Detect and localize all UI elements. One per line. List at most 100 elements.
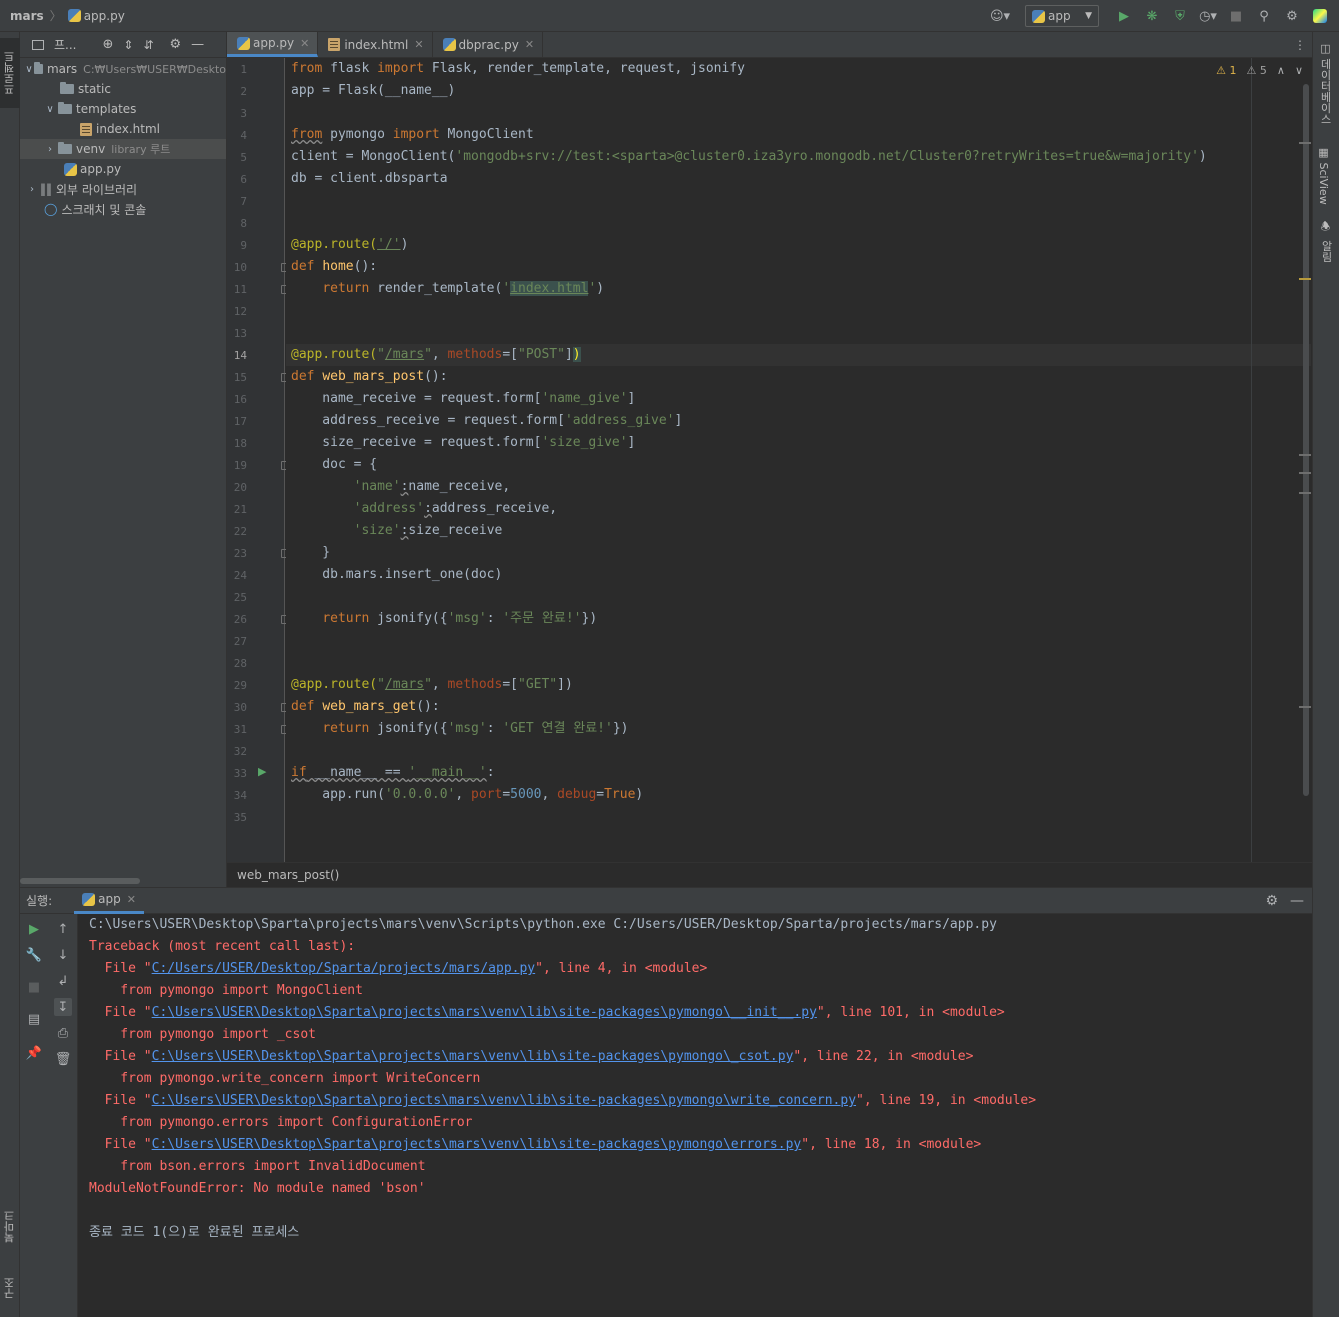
- error-stripe-mark[interactable]: [1299, 454, 1311, 456]
- error-stripe-mark[interactable]: [1299, 706, 1311, 708]
- locate-icon[interactable]: ⊕: [102, 37, 113, 52]
- settings-gear-icon[interactable]: ⚙: [1281, 5, 1303, 27]
- editor-vertical-scrollbar[interactable]: [1303, 84, 1309, 796]
- close-icon[interactable]: ✕: [525, 38, 534, 51]
- run-button[interactable]: ▶: [1113, 5, 1135, 27]
- arrow-down-icon[interactable]: ↓: [54, 946, 72, 964]
- editor-gutter[interactable]: 1 2 3 4 5 6 7 8 9 10 11 12 13 14 15 16 1…: [227, 58, 290, 862]
- chevron-right-icon[interactable]: ›: [24, 184, 40, 195]
- debug-button[interactable]: ❋: [1141, 5, 1163, 27]
- tree-item-static[interactable]: static: [20, 79, 226, 99]
- notifications-tool-tab[interactable]: 🕭 알림: [1317, 218, 1336, 262]
- tab-label: dbprac.py: [458, 37, 519, 52]
- stop-icon[interactable]: ■: [25, 978, 43, 996]
- project-tool-tab[interactable]: 프로젝트: [0, 38, 20, 108]
- tab-app-py[interactable]: app.py ✕: [227, 32, 319, 57]
- tree-item-app-py[interactable]: app.py: [20, 159, 226, 179]
- weak-warning-indicator[interactable]: ⚠ 1: [1216, 64, 1236, 77]
- settings-gear-icon[interactable]: ⚙: [1265, 893, 1278, 909]
- tree-item-label: index.html: [96, 122, 160, 136]
- profile-button[interactable]: ◷▾: [1197, 5, 1219, 27]
- hide-icon[interactable]: —: [1290, 893, 1304, 909]
- code-line-29: @app.route("/mars", methods=["GET"]): [291, 677, 573, 692]
- arrow-up-icon[interactable]: ↑: [54, 920, 72, 938]
- structure-tool-tab[interactable]: 구조: [0, 1268, 20, 1308]
- more-vertical-icon[interactable]: ⋮: [1288, 32, 1312, 57]
- inspection-widget[interactable]: ⚠ 1 ⚠ 5 ∧ ∨: [1216, 64, 1303, 77]
- error-stripe-mark[interactable]: [1299, 142, 1311, 144]
- hide-icon[interactable]: —: [191, 37, 204, 52]
- traceback-file-link[interactable]: C:\Users\USER\Desktop\Sparta\projects\ma…: [152, 1049, 794, 1064]
- error-stripe-mark[interactable]: [1299, 472, 1311, 474]
- print-icon[interactable]: ⎙: [54, 1024, 72, 1042]
- traceback-file-link[interactable]: C:\Users\USER\Desktop\Sparta\projects\ma…: [152, 1093, 856, 1108]
- tree-item-templates[interactable]: ∨ templates: [20, 99, 226, 119]
- close-icon[interactable]: ✕: [414, 38, 423, 51]
- soft-wrap-icon[interactable]: ↲: [54, 972, 72, 990]
- collapse-all-icon[interactable]: ⇵: [143, 38, 153, 52]
- tree-item-venv[interactable]: › venv library 루트: [20, 139, 226, 159]
- run-config-label: app: [1048, 9, 1071, 23]
- project-horizontal-scrollbar[interactable]: [20, 878, 140, 884]
- project-panel-title[interactable]: 프...: [54, 36, 76, 53]
- chevron-up-icon[interactable]: ∧: [1277, 64, 1285, 77]
- close-icon[interactable]: ✕: [300, 37, 309, 50]
- traceback-file-line[interactable]: File "C:\Users\USER\Desktop\Sparta\proje…: [89, 1002, 1005, 1024]
- tree-item-scratches[interactable]: ◯ 스크래치 및 콘솔: [20, 199, 226, 219]
- chevron-down-icon[interactable]: ∨: [42, 104, 58, 115]
- jetbrains-logo-icon[interactable]: [1309, 5, 1331, 27]
- run-config-select[interactable]: app ▼: [1025, 5, 1099, 27]
- settings-gear-icon[interactable]: ⚙: [170, 37, 182, 52]
- breadcrumb-file[interactable]: app.py: [84, 9, 125, 23]
- coverage-button[interactable]: ⛨: [1169, 5, 1191, 27]
- chevron-right-icon[interactable]: ›: [42, 144, 58, 155]
- rerun-icon[interactable]: ▶: [25, 920, 43, 938]
- warning-indicator[interactable]: ⚠ 5: [1247, 64, 1267, 77]
- tree-item-mars[interactable]: ∨ mars C:₩Users₩USER₩Deskto: [20, 59, 226, 79]
- tab-label: app.py: [253, 36, 295, 50]
- traceback-file-link[interactable]: C:\Users\USER\Desktop\Sparta\projects\ma…: [152, 1005, 817, 1020]
- wrench-icon[interactable]: 🔧: [25, 946, 43, 964]
- warning-count: 5: [1259, 64, 1267, 77]
- code-line-21: 'address':address_receive,: [353, 501, 558, 516]
- trash-icon[interactable]: 🗑: [54, 1050, 72, 1068]
- traceback-suffix: ", line 22, in <module>: [793, 1049, 974, 1064]
- close-icon[interactable]: ✕: [127, 893, 136, 906]
- error-stripe-mark[interactable]: [1299, 278, 1311, 280]
- tree-item-index-html[interactable]: index.html: [20, 119, 226, 139]
- error-stripe-mark[interactable]: [1299, 492, 1311, 494]
- scroll-to-end-icon[interactable]: ↧: [54, 998, 72, 1016]
- database-tool-tab[interactable]: ◫ 데이터베이스: [1317, 42, 1333, 125]
- traceback-file-link[interactable]: C:\Users\USER\Desktop\Sparta\projects\ma…: [152, 1137, 802, 1152]
- stop-button[interactable]: ■: [1225, 5, 1247, 27]
- tab-dbprac-py[interactable]: dbprac.py ✕: [433, 32, 544, 57]
- chevron-down-icon[interactable]: ∨: [1295, 64, 1303, 77]
- breadcrumb-project[interactable]: mars: [10, 9, 44, 23]
- line-number: 13: [233, 327, 247, 340]
- run-gutter-icon[interactable]: ▶: [258, 765, 266, 778]
- traceback-file-line[interactable]: File "C:\Users\USER\Desktop\Sparta\proje…: [89, 1046, 974, 1068]
- traceback-file-line[interactable]: File "C:/Users/USER/Desktop/Sparta/proje…: [89, 958, 708, 980]
- run-tab-app[interactable]: app ✕: [74, 887, 144, 914]
- editor-breadcrumb[interactable]: web_mars_post(): [227, 862, 1312, 887]
- traceback-file-link[interactable]: C:/Users/USER/Desktop/Sparta/projects/ma…: [152, 961, 536, 976]
- sciview-tool-tab[interactable]: ▦ SciView: [1317, 146, 1330, 205]
- tab-index-html[interactable]: index.html ✕: [318, 32, 433, 57]
- traceback-file-line[interactable]: File "C:\Users\USER\Desktop\Sparta\proje…: [89, 1134, 982, 1156]
- code-editor[interactable]: from flask import Flask, render_template…: [286, 58, 1311, 862]
- run-console-output[interactable]: C:\Users\USER\Desktop\Sparta\projects\ma…: [78, 914, 1312, 1317]
- library-icon: ‖‖: [40, 182, 52, 196]
- tree-item-external-libraries[interactable]: › ‖‖ 외부 라이브러리: [20, 179, 226, 199]
- search-icon[interactable]: ⚲: [1253, 5, 1275, 27]
- chevron-down-icon[interactable]: ∨: [24, 64, 34, 75]
- traceback-file-line[interactable]: File "C:\Users\USER\Desktop\Sparta\proje…: [89, 1090, 1036, 1112]
- breadcrumb-function[interactable]: web_mars_post(): [237, 868, 339, 882]
- bookmarks-tool-tab[interactable]: 북마크: [0, 1200, 20, 1254]
- expand-all-icon[interactable]: ⇕: [123, 38, 133, 52]
- python-icon: [67, 9, 81, 22]
- code-line-16: name_receive = request.form['name_give']: [291, 391, 636, 406]
- layout-icon[interactable]: ▤: [25, 1010, 43, 1028]
- pin-icon[interactable]: 📌: [25, 1044, 43, 1062]
- code-line-15: def web_mars_post():: [291, 369, 448, 384]
- user-icon[interactable]: ☺▾: [989, 5, 1011, 27]
